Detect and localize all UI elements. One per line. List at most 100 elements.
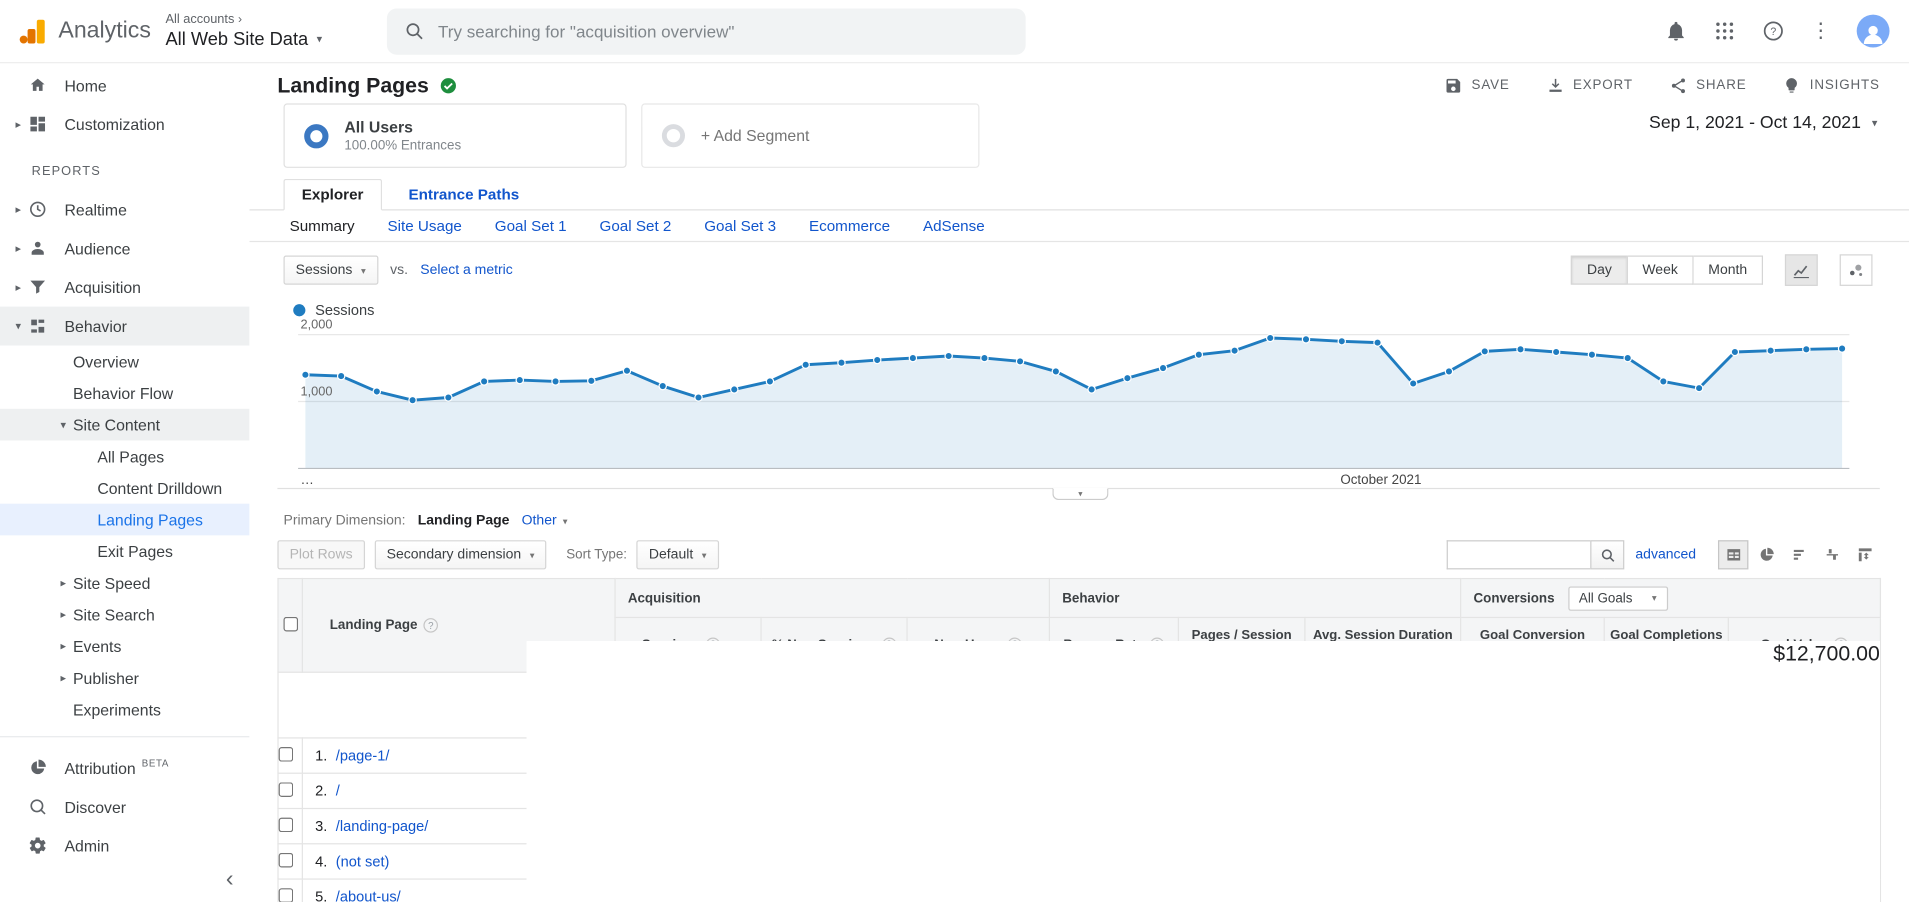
series-color-dot	[293, 304, 305, 316]
row-checkbox[interactable]	[279, 746, 294, 761]
table-search-button[interactable]	[1590, 540, 1624, 569]
line-chart-button[interactable]	[1785, 254, 1818, 286]
sidebar-item-experiments[interactable]: Experiments	[0, 694, 249, 726]
sidebar-item-admin[interactable]: Admin	[0, 826, 249, 865]
sidebar-item-behavior-flow[interactable]: Behavior Flow	[0, 377, 249, 409]
performance-view-button[interactable]	[1784, 540, 1814, 569]
dimension-other-label: Other	[522, 513, 557, 528]
sidebar-item-site-content[interactable]: ▾Site Content	[0, 409, 249, 441]
report-actions: SAVE EXPORT SHARE INSIGHTS	[1445, 76, 1880, 94]
metric-selector[interactable]: Sessions ▾	[283, 256, 378, 285]
row-checkbox-cell	[278, 738, 302, 773]
chevron-right-icon: ›	[238, 13, 242, 26]
subtab-ecommerce[interactable]: Ecommerce	[809, 218, 890, 235]
tab-explorer[interactable]: Explorer	[283, 179, 381, 211]
sidebar-item-publisher[interactable]: ▸Publisher	[0, 662, 249, 694]
row-checkbox[interactable]	[279, 888, 294, 902]
save-icon	[1445, 76, 1463, 94]
advanced-filter-link[interactable]: advanced	[1635, 548, 1696, 563]
sidebar-item-site-speed[interactable]: ▸Site Speed	[0, 567, 249, 599]
sidebar-item-audience[interactable]: ▸Audience	[0, 229, 249, 268]
row-checkbox[interactable]	[279, 782, 294, 797]
landing-page-link[interactable]: /page-1/	[336, 747, 390, 764]
percentage-view-button[interactable]	[1751, 540, 1781, 569]
landing-page-link[interactable]: (not set)	[336, 853, 390, 870]
x-axis-label: …	[301, 473, 314, 488]
more-options-icon[interactable]: ⋮	[1810, 21, 1831, 42]
sidebar-item-label: Behavior Flow	[73, 384, 173, 402]
help-icon[interactable]: ?	[1762, 19, 1785, 42]
select-metric-link[interactable]: Select a metric	[420, 263, 513, 278]
y-tick-label: 1,000	[301, 384, 333, 399]
search-input[interactable]	[438, 21, 1009, 40]
subtab-site-usage[interactable]: Site Usage	[387, 218, 461, 235]
sidebar-item-behavior[interactable]: ▾Behavior	[0, 307, 249, 346]
pivot-view-button[interactable]	[1849, 540, 1879, 569]
save-button[interactable]: SAVE	[1445, 76, 1510, 94]
dimension-other-dropdown[interactable]: Other ▾	[522, 513, 568, 528]
sidebar-item-exit-pages[interactable]: Exit Pages	[0, 535, 249, 567]
sort-type-button[interactable]: Default ▾	[637, 540, 719, 569]
sidebar-item-label: Admin	[64, 836, 109, 854]
data-table-view-button[interactable]	[1718, 540, 1748, 569]
landing-page-link[interactable]: /about-us/	[336, 888, 401, 902]
sidebar-item-discover[interactable]: Discover	[0, 787, 249, 826]
export-button[interactable]: EXPORT	[1546, 76, 1633, 94]
sidebar-item-landing-pages[interactable]: Landing Pages	[0, 504, 249, 536]
subtab-goal-set-2[interactable]: Goal Set 2	[599, 218, 671, 235]
table-search-input[interactable]	[1447, 540, 1591, 569]
tab-entrance-paths[interactable]: Entrance Paths	[391, 180, 536, 209]
help-icon[interactable]: ?	[424, 618, 439, 633]
date-range-picker[interactable]: Sep 1, 2021 - Oct 14, 2021 ▾	[1649, 113, 1877, 132]
segment-all-users[interactable]: All Users 100.00% Entrances	[283, 103, 626, 167]
sidebar-item-all-pages[interactable]: All Pages	[0, 440, 249, 472]
sidebar-item-overview[interactable]: Overview	[0, 346, 249, 378]
account-picker[interactable]: All accounts › All Web Site Data ▾	[165, 12, 372, 50]
search-icon	[1600, 547, 1616, 563]
share-button[interactable]: SHARE	[1669, 76, 1746, 94]
line-chart-icon	[1792, 261, 1810, 279]
global-search[interactable]	[387, 8, 1026, 54]
sidebar-item-site-search[interactable]: ▸Site Search	[0, 599, 249, 631]
granularity-day[interactable]: Day	[1571, 256, 1628, 285]
subtab-goal-set-3[interactable]: Goal Set 3	[704, 218, 776, 235]
insights-button[interactable]: INSIGHTS	[1783, 76, 1880, 94]
granularity-month[interactable]: Month	[1694, 256, 1763, 285]
sidebar-item-content-drilldown[interactable]: Content Drilldown	[0, 472, 249, 504]
sidebar-item-acquisition[interactable]: ▸Acquisition	[0, 268, 249, 307]
analytics-logo[interactable]: Analytics	[0, 15, 165, 47]
secondary-dimension-button[interactable]: Secondary dimension ▾	[374, 540, 546, 569]
user-avatar[interactable]	[1857, 15, 1890, 48]
landing-page-link[interactable]: /	[336, 782, 340, 799]
landing-page-link[interactable]: /landing-page/	[336, 818, 429, 835]
motion-chart-button[interactable]	[1840, 254, 1873, 286]
granularity-week[interactable]: Week	[1628, 256, 1694, 285]
sidebar-item-realtime[interactable]: ▸Realtime	[0, 190, 249, 229]
row-index: 4.	[303, 853, 336, 870]
sidebar-item-customization[interactable]: ▸Customization	[0, 105, 249, 144]
page-title: Landing Pages	[277, 72, 428, 98]
collapse-chart-handle[interactable]: ▾	[1052, 488, 1108, 500]
subtab-goal-set-1[interactable]: Goal Set 1	[495, 218, 567, 235]
sidebar-item-events[interactable]: ▸Events	[0, 630, 249, 662]
property-name: All Web Site Data	[165, 29, 308, 50]
row-checkbox[interactable]	[279, 852, 294, 867]
chevron-down-icon: ▾	[1652, 593, 1657, 604]
sidebar-item-attribution[interactable]: AttributionBETA	[0, 748, 249, 787]
select-all-checkbox[interactable]	[283, 616, 298, 631]
row-checkbox[interactable]	[279, 817, 294, 832]
comparison-view-button[interactable]	[1817, 540, 1847, 569]
svg-text:?: ?	[1770, 26, 1776, 38]
sidebar-item-label: Exit Pages	[97, 542, 173, 560]
collapse-sidebar-button[interactable]: ‹	[226, 866, 234, 893]
subtab-summary[interactable]: Summary	[290, 218, 355, 235]
apps-grid-icon[interactable]	[1713, 19, 1736, 42]
sidebar-item-home[interactable]: Home	[0, 66, 249, 105]
subtab-adsense[interactable]: AdSense	[923, 218, 985, 235]
plot-rows-button[interactable]: Plot Rows	[277, 540, 364, 569]
notifications-bell-icon[interactable]	[1664, 19, 1687, 42]
all-goals-selector[interactable]: All Goals▾	[1568, 586, 1668, 610]
action-label: INSIGHTS	[1810, 78, 1880, 93]
dimension-landing-page[interactable]: Landing Page	[418, 513, 510, 528]
add-segment-button[interactable]: + Add Segment	[641, 103, 979, 167]
